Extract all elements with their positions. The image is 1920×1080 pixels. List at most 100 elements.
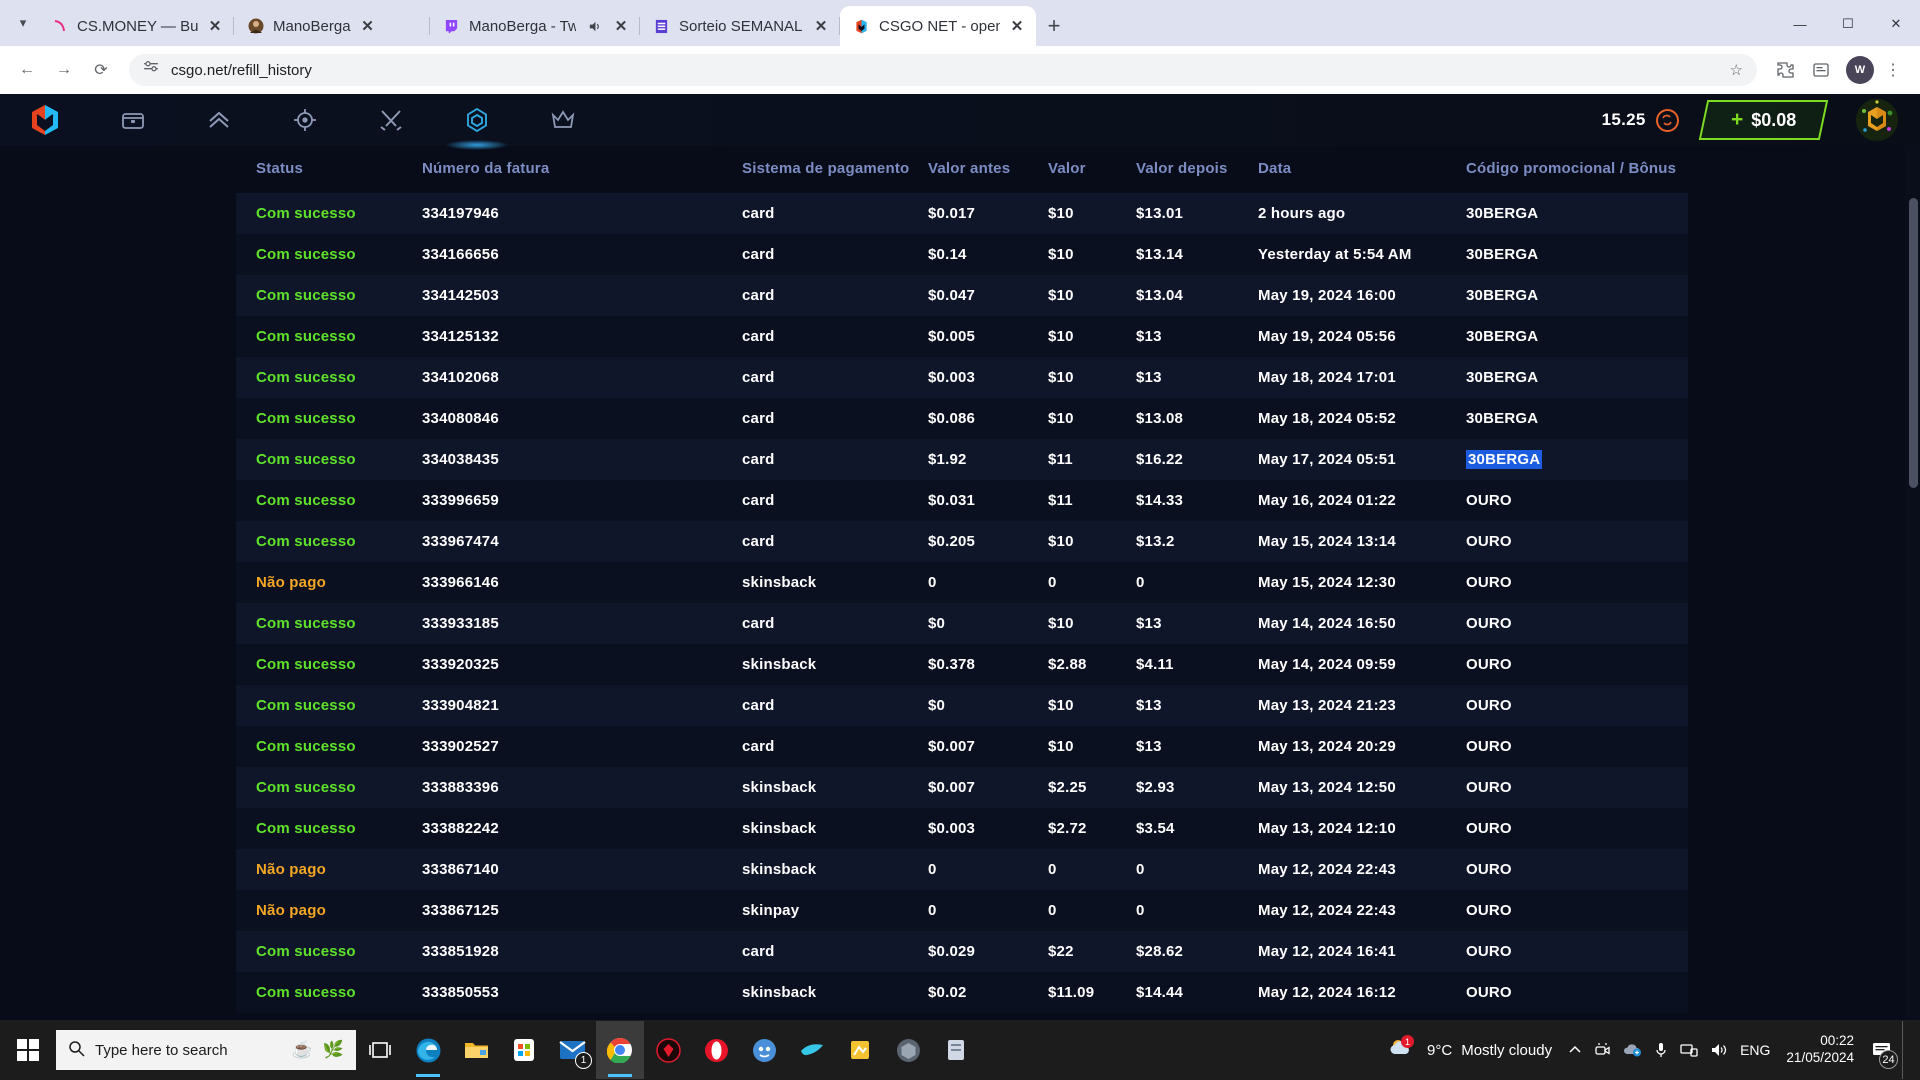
table-row[interactable]: Com sucesso334166656card$0.14$10$13.14Ye… — [236, 234, 1688, 275]
column-header-date[interactable]: Data — [1258, 146, 1466, 193]
maximize-button[interactable]: ☐ — [1824, 2, 1872, 46]
table-row[interactable]: Com sucesso333967474card$0.205$10$13.2Ma… — [236, 521, 1688, 562]
show-hidden-icons[interactable] — [1562, 1021, 1588, 1079]
bookmark-icon[interactable]: ☆ — [1730, 61, 1743, 79]
folder-icon[interactable] — [452, 1021, 500, 1079]
microphone-icon[interactable] — [1648, 1021, 1674, 1079]
table-row[interactable]: Com sucesso333851928card$0.029$22$28.62M… — [236, 931, 1688, 972]
browser-tab[interactable]: Sorteio SEMANAL CSGONET OU ✕ — [640, 6, 840, 46]
store-icon[interactable] — [500, 1021, 548, 1079]
tab-search-icon[interactable]: ▾ — [8, 3, 38, 43]
close-icon[interactable]: ✕ — [1008, 17, 1026, 35]
column-header-before[interactable]: Valor antes — [928, 146, 1048, 193]
close-icon[interactable]: ✕ — [812, 17, 830, 35]
red-app-icon[interactable] — [644, 1021, 692, 1079]
page-scrollbar-track[interactable] — [1905, 146, 1920, 1020]
cell-promo: OURO — [1466, 972, 1688, 1013]
csgonet-logo[interactable] — [22, 103, 68, 137]
blue-app-icon[interactable] — [740, 1021, 788, 1079]
onedrive-icon[interactable] — [1617, 1021, 1648, 1079]
table-row[interactable]: Com sucesso333933185card$0$10$13May 14, … — [236, 603, 1688, 644]
table-row[interactable]: Com sucesso334080846card$0.086$10$13.08M… — [236, 398, 1688, 439]
language-indicator[interactable]: ENG — [1734, 1021, 1776, 1079]
sidebar-item-profile[interactable] — [462, 105, 492, 135]
cell-after: $28.62 — [1136, 931, 1258, 972]
browser-tab[interactable]: ManoBerga ✕ — [234, 6, 430, 46]
column-header-system[interactable]: Sistema de pagamento — [742, 146, 928, 193]
table-row[interactable]: Com sucesso333882242skinsback$0.003$2.72… — [236, 808, 1688, 849]
balance-display[interactable]: 15.25 — [1602, 109, 1679, 132]
mute-icon[interactable] — [584, 19, 604, 34]
sidebar-item-upgrade[interactable] — [204, 105, 234, 135]
table-row[interactable]: Com sucesso334197946card$0.017$10$13.012… — [236, 193, 1688, 234]
forward-icon[interactable]: → — [47, 53, 81, 87]
sidebar-item-leaderboard[interactable] — [548, 105, 578, 135]
browser-tab[interactable]: ManoBerga - Twitch ✕ — [430, 6, 640, 46]
table-row[interactable]: Com sucesso334125132card$0.005$10$13May … — [236, 316, 1688, 357]
chrome-icon[interactable] — [596, 1021, 644, 1079]
table-row[interactable]: Não pago333966146skinsback000May 15, 202… — [236, 562, 1688, 603]
taskbar-clock[interactable]: 00:22 21/05/2024 — [1776, 1033, 1864, 1067]
user-avatar[interactable] — [1856, 99, 1898, 141]
table-row[interactable]: Com sucesso333996659card$0.031$11$14.33M… — [236, 480, 1688, 521]
opera-icon[interactable] — [692, 1021, 740, 1079]
task-view-icon[interactable] — [356, 1021, 404, 1079]
teal-app-icon[interactable] — [788, 1021, 836, 1079]
browser-menu-icon[interactable]: ⋮ — [1876, 53, 1910, 87]
close-icon[interactable]: ✕ — [612, 17, 630, 35]
table-row[interactable]: Com sucesso333920325skinsback$0.378$2.88… — [236, 644, 1688, 685]
start-button[interactable] — [4, 1021, 52, 1079]
grey-app-icon[interactable] — [884, 1021, 932, 1079]
extensions-icon[interactable] — [1768, 53, 1802, 87]
close-icon[interactable]: ✕ — [359, 17, 377, 35]
cell-system: card — [742, 931, 928, 972]
edge-icon[interactable] — [404, 1021, 452, 1079]
table-row[interactable]: Com sucesso333883396skinsback$0.007$2.25… — [236, 767, 1688, 808]
volume-icon[interactable] — [1704, 1021, 1734, 1079]
reload-icon[interactable]: ⟳ — [84, 53, 118, 87]
weather-icon: 1 — [1388, 1037, 1418, 1063]
new-tab-button[interactable]: + — [1036, 8, 1072, 44]
table-row[interactable]: Não pago333867125skinpay000May 12, 2024 … — [236, 890, 1688, 931]
add-funds-button[interactable]: + $0.08 — [1698, 100, 1828, 140]
weather-widget[interactable]: 1 9°C Mostly cloudy — [1384, 1037, 1562, 1063]
back-icon[interactable]: ← — [10, 53, 44, 87]
column-header-value[interactable]: Valor — [1048, 146, 1136, 193]
table-row[interactable]: Não pago333867140skinsback000May 12, 202… — [236, 849, 1688, 890]
sidebar-item-contracts[interactable] — [290, 105, 320, 135]
browser-tab[interactable]: CS.MONEY — Buy CS:GO/CS2 s ✕ — [38, 6, 234, 46]
table-row[interactable]: Com sucesso334102068card$0.003$10$13May … — [236, 357, 1688, 398]
page-scrollbar-thumb[interactable] — [1909, 198, 1918, 488]
cell-invoice: 334197946 — [422, 193, 742, 234]
table-row[interactable]: Com sucesso334038435card$1.92$11$16.22Ma… — [236, 439, 1688, 480]
notification-badge: 24 — [1879, 1050, 1898, 1069]
address-bar[interactable]: csgo.net/refill_history ☆ — [129, 54, 1757, 86]
column-header-promo[interactable]: Código promocional / Bônus — [1466, 146, 1688, 193]
yellow-app-icon[interactable] — [836, 1021, 884, 1079]
network-icon[interactable] — [1674, 1021, 1704, 1079]
camera-icon[interactable] — [1588, 1021, 1617, 1079]
table-row[interactable]: Com sucesso334142503card$0.047$10$13.04M… — [236, 275, 1688, 316]
cell-before: $0.003 — [928, 808, 1048, 849]
site-settings-icon[interactable] — [143, 60, 159, 80]
url-text[interactable]: csgo.net/refill_history — [171, 62, 1718, 79]
show-desktop-button[interactable] — [1902, 1021, 1910, 1079]
mail-icon[interactable]: 1 — [548, 1021, 596, 1079]
browser-tab-active[interactable]: CSGO NET - open the best CS:G ✕ — [840, 6, 1036, 46]
column-header-invoice[interactable]: Número da fatura — [422, 146, 742, 193]
table-row[interactable]: Com sucesso333902527card$0.007$10$13May … — [236, 726, 1688, 767]
table-row[interactable]: Com sucesso333904821card$0$10$13May 13, … — [236, 685, 1688, 726]
column-header-status[interactable]: Status — [236, 146, 422, 193]
table-row[interactable]: Com sucesso333850553skinsback$0.02$11.09… — [236, 972, 1688, 1013]
light-app-icon[interactable] — [932, 1021, 980, 1079]
reading-list-icon[interactable] — [1804, 53, 1838, 87]
sidebar-item-battles[interactable] — [376, 105, 406, 135]
taskbar-search[interactable]: Type here to search ☕ 🌿 — [56, 1030, 356, 1070]
minimize-button[interactable]: — — [1776, 2, 1824, 46]
profile-avatar[interactable]: W — [1846, 56, 1874, 84]
close-icon[interactable]: ✕ — [206, 17, 224, 35]
notification-center-icon[interactable]: 24 — [1864, 1021, 1898, 1079]
column-header-after[interactable]: Valor depois — [1136, 146, 1258, 193]
sidebar-item-cases[interactable] — [118, 105, 148, 135]
close-window-button[interactable]: ✕ — [1872, 2, 1920, 46]
